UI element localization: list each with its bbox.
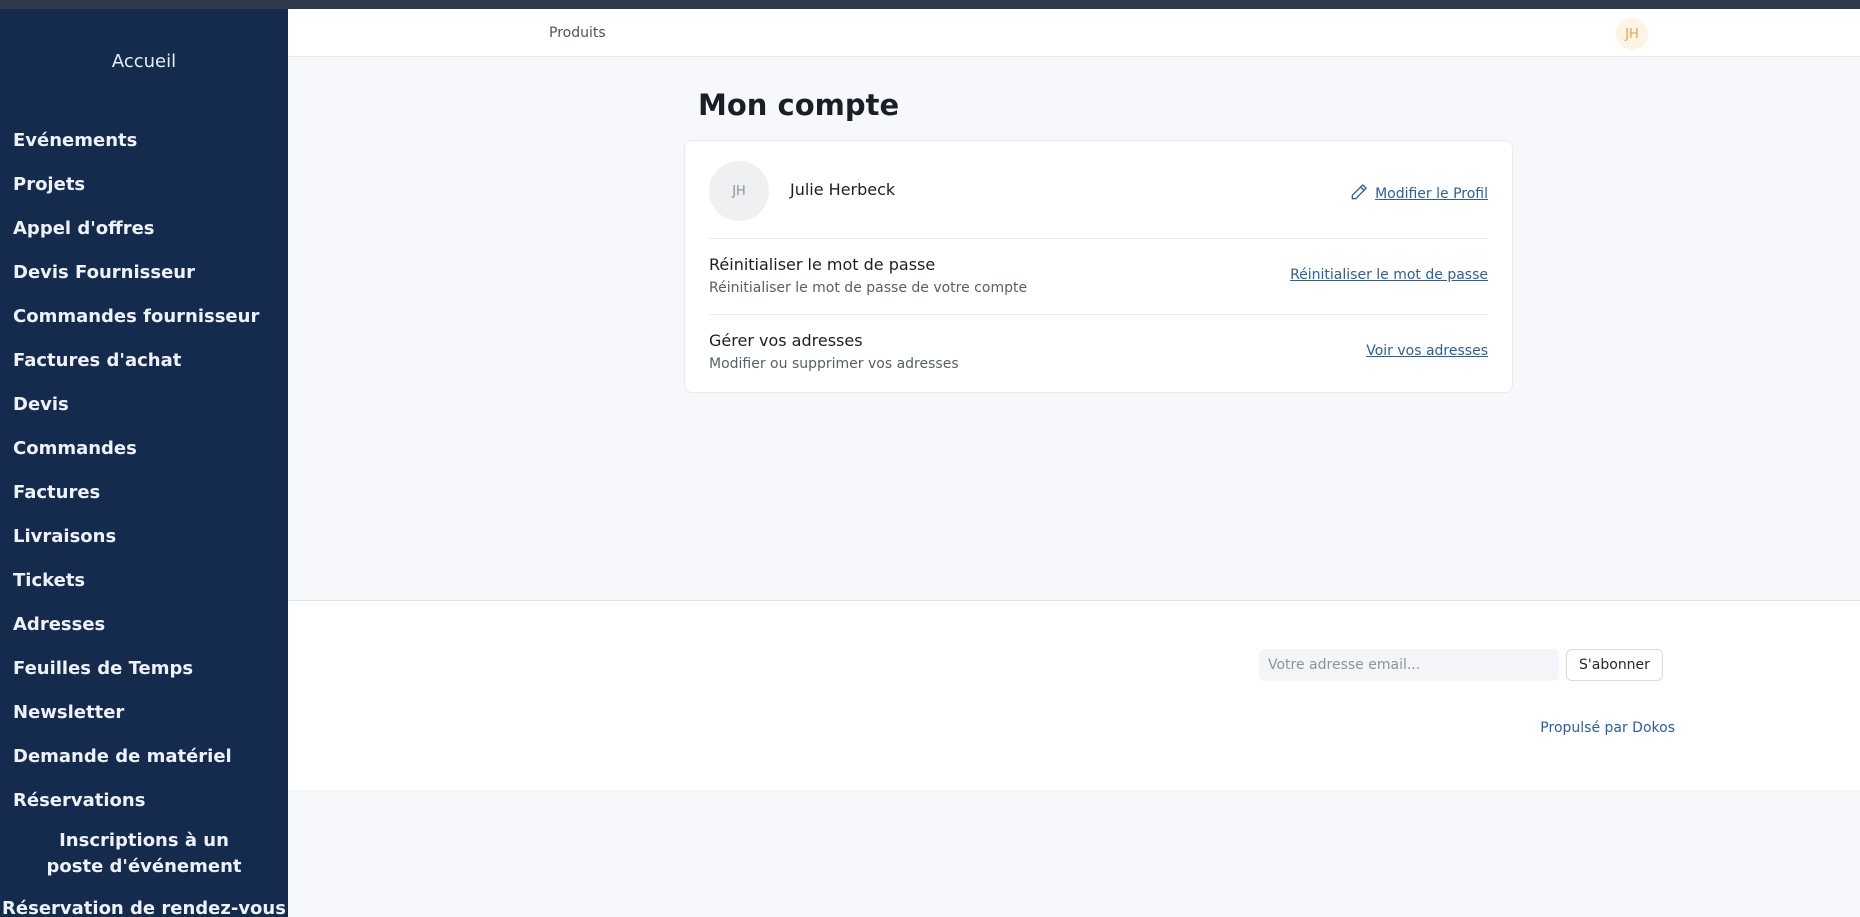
profile-avatar: JH <box>709 161 769 221</box>
sidebar-item-newsletter[interactable]: Newsletter <box>0 690 288 734</box>
manage-addresses-title: Gérer vos adresses <box>709 331 863 350</box>
sidebar-item-evenements[interactable]: Evénements <box>0 118 288 162</box>
view-addresses-link[interactable]: Voir vos adresses <box>1366 343 1488 359</box>
sidebar-item-tickets[interactable]: Tickets <box>0 558 288 602</box>
sidebar-item-devis[interactable]: Devis <box>0 382 288 426</box>
subscribe-button[interactable]: S'abonner <box>1566 649 1663 681</box>
sidebar-item-commandes-fournisseur[interactable]: Commandes fournisseur <box>0 294 288 338</box>
edit-profile-label: Modifier le Profil <box>1375 186 1488 202</box>
profile-name: Julie Herbeck <box>790 180 896 199</box>
sidebar-item-feuilles-de-temps[interactable]: Feuilles de Temps <box>0 646 288 690</box>
reset-password-title: Réinitialiser le mot de passe <box>709 255 936 274</box>
sidebar-item-projets[interactable]: Projets <box>0 162 288 206</box>
sidebar-item-demande-materiel[interactable]: Demande de matériel <box>0 734 288 778</box>
sidebar-item-factures-achat[interactable]: Factures d'achat <box>0 338 288 382</box>
footer: S'abonner Propulsé par Dokos <box>288 600 1860 790</box>
sidebar-item-appel-offres[interactable]: Appel d'offres <box>0 206 288 250</box>
browser-top-strip <box>0 0 1860 9</box>
account-card: JH Julie Herbeck Modifier le Profil Réin… <box>684 140 1513 393</box>
sidebar-menu: Evénements Projets Appel d'offres Devis … <box>0 118 288 917</box>
user-avatar[interactable]: JH <box>1616 18 1648 50</box>
manage-addresses-description: Modifier ou supprimer vos adresses <box>709 356 959 372</box>
reset-password-link[interactable]: Réinitialiser le mot de passe <box>1290 267 1488 283</box>
sidebar-home-link[interactable]: Accueil <box>0 51 288 81</box>
powered-by-link[interactable]: Propulsé par Dokos <box>1540 720 1675 736</box>
manage-addresses-row: Gérer vos adresses Modifier ou supprimer… <box>709 315 1488 391</box>
sidebar-item-devis-fournisseur[interactable]: Devis Fournisseur <box>0 250 288 294</box>
sidebar-item-adresses[interactable]: Adresses <box>0 602 288 646</box>
page-title: Mon compte <box>698 88 900 122</box>
sidebar-item-livraisons[interactable]: Livraisons <box>0 514 288 558</box>
pencil-icon <box>1349 182 1369 206</box>
edit-profile-link[interactable]: Modifier le Profil <box>1349 182 1488 206</box>
nav-link-produits[interactable]: Produits <box>549 25 606 41</box>
sidebar: Accueil Evénements Projets Appel d'offre… <box>0 9 288 917</box>
sidebar-item-reservation-rendez-vous[interactable]: Réservation de rendez-vous <box>0 886 288 917</box>
sidebar-item-reservations[interactable]: Réservations <box>0 778 288 822</box>
newsletter-email-input[interactable] <box>1259 649 1559 681</box>
top-navbar: Produits JH <box>288 9 1860 57</box>
sidebar-item-commandes[interactable]: Commandes <box>0 426 288 470</box>
profile-row: JH Julie Herbeck Modifier le Profil <box>709 161 1488 239</box>
reset-password-row: Réinitialiser le mot de passe Réinitiali… <box>709 239 1488 315</box>
reset-password-description: Réinitialiser le mot de passe de votre c… <box>709 280 1028 296</box>
sidebar-item-inscriptions-poste[interactable]: Inscriptions à un poste d'événement <box>0 826 288 882</box>
sidebar-item-factures[interactable]: Factures <box>0 470 288 514</box>
